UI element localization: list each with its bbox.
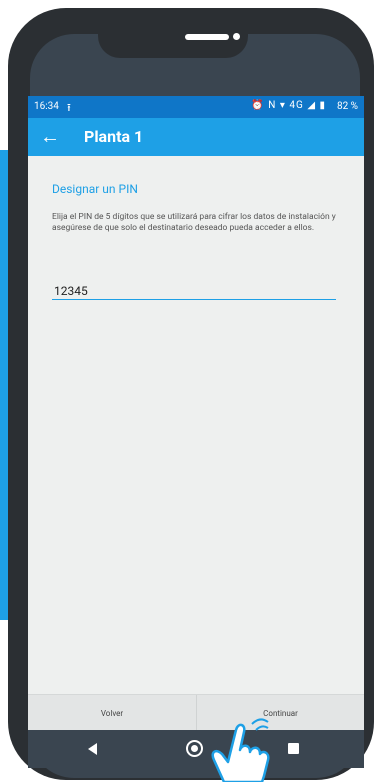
nav-back-icon[interactable] xyxy=(88,743,97,755)
upload-icon: ⭱ xyxy=(67,101,71,114)
status-time: 16:34 xyxy=(34,101,59,112)
page-title: Planta 1 xyxy=(84,127,144,146)
back-button[interactable]: Volver xyxy=(28,695,196,731)
battery-level: 82 % xyxy=(336,101,358,112)
nav-home-icon[interactable] xyxy=(186,740,203,757)
speaker-grille xyxy=(185,34,229,40)
section-heading: Designar un PIN xyxy=(52,182,138,196)
back-arrow-icon[interactable]: ← xyxy=(40,124,60,149)
section-description: Elija el PIN de 5 dígitos que se utiliza… xyxy=(52,212,336,233)
nav-recent-icon[interactable] xyxy=(288,743,299,754)
phone-notch xyxy=(98,8,248,58)
main-content: Designar un PIN Elija el PIN de 5 dígito… xyxy=(28,156,364,694)
status-bar: 16:34 ⭱ ⏰ N ▾ 4G ◢ ▮ 82 % xyxy=(28,96,364,118)
screenshot-stage: 16:34 ⭱ ⏰ N ▾ 4G ◢ ▮ 82 % ← Planta 1 Des… xyxy=(0,0,382,782)
footer-bar: Volver Continuar xyxy=(28,694,364,731)
pin-input[interactable] xyxy=(52,282,336,300)
app-bar: ← Planta 1 xyxy=(28,118,364,156)
pointing-hand-icon xyxy=(211,718,270,782)
status-icons: ⏰ N ▾ 4G ◢ ▮ xyxy=(251,100,326,111)
system-nav-bar xyxy=(28,730,364,768)
front-camera xyxy=(233,33,240,40)
